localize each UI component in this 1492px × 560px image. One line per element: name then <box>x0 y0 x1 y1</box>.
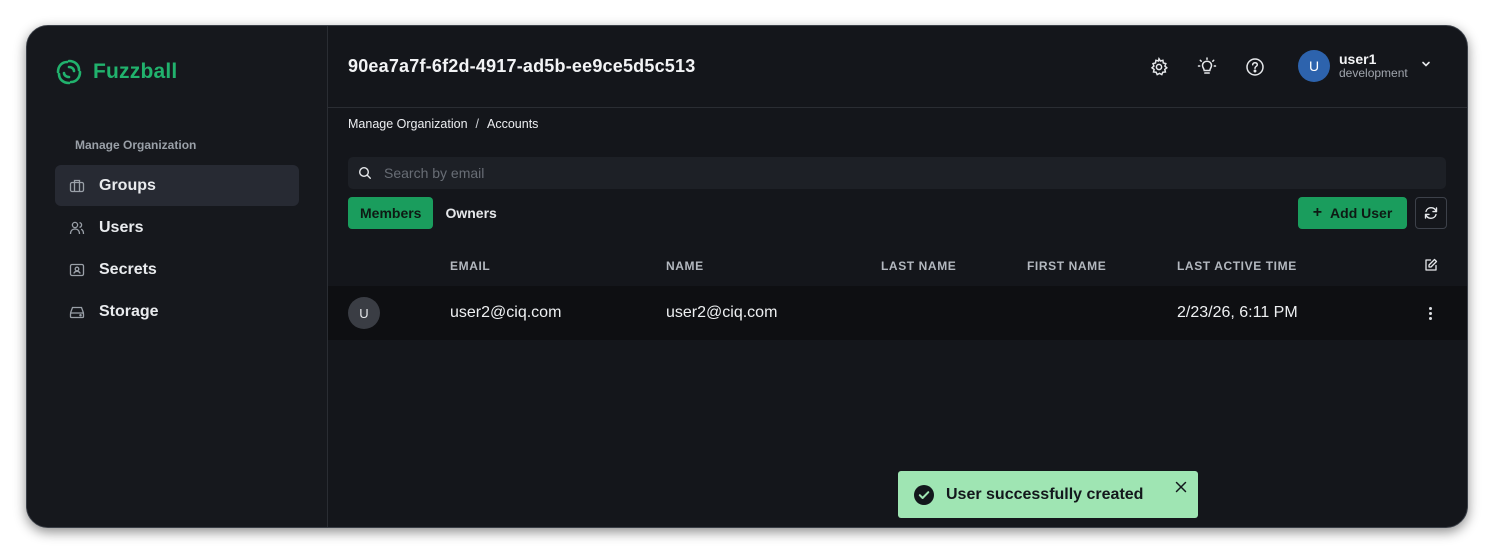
briefcase-icon <box>67 176 87 196</box>
check-circle-icon <box>914 484 934 505</box>
breadcrumb: Manage Organization / Accounts <box>348 117 538 131</box>
sidebar-item-label: Groups <box>99 176 156 194</box>
search-icon <box>358 166 372 180</box>
breadcrumb-item-accounts: Accounts <box>487 117 539 131</box>
chevron-down-icon <box>1420 57 1432 75</box>
app-name: Fuzzball <box>93 60 178 83</box>
cell-last-active-time: 2/23/26, 6:11 PM <box>1177 304 1298 321</box>
app-window: Fuzzball Manage Organization Groups User… <box>26 25 1468 528</box>
search-bar <box>348 157 1446 189</box>
sidebar-item-groups[interactable]: Groups <box>55 165 299 206</box>
sidebar-item-label: Storage <box>99 302 159 320</box>
sidebar-item-storage[interactable]: Storage <box>55 291 299 332</box>
users-icon <box>67 218 87 238</box>
plus-icon: + <box>1312 204 1323 221</box>
help-icon[interactable] <box>1244 56 1266 78</box>
page-title: 90ea7a7f-6f2d-4917-ad5b-ee9ce5d5c513 <box>348 56 696 76</box>
user-name: user1 <box>1339 51 1377 67</box>
sidebar-item-users[interactable]: Users <box>55 207 299 248</box>
refresh-button[interactable] <box>1415 197 1447 229</box>
fuzzball-logo-icon <box>56 59 82 85</box>
breadcrumb-separator: / <box>475 117 480 131</box>
cell-email: user2@ciq.com <box>450 304 562 321</box>
add-user-button[interactable]: + Add User <box>1298 197 1407 229</box>
sidebar-item-label: Secrets <box>99 260 157 278</box>
user-info: user1 development <box>1339 52 1408 80</box>
secret-icon <box>67 260 87 280</box>
cell-name: user2@ciq.com <box>666 304 778 321</box>
column-header-name[interactable]: NAME <box>666 259 704 273</box>
tab-label: Members <box>360 205 422 221</box>
refresh-icon <box>1424 207 1438 219</box>
tab-label: Owners <box>445 205 497 221</box>
lightbulb-icon[interactable] <box>1196 56 1218 78</box>
member-tabs: Members Owners <box>348 197 509 229</box>
column-header-email[interactable]: EMAIL <box>450 259 490 273</box>
sidebar-section-label: Manage Organization <box>75 138 197 152</box>
avatar: U <box>348 297 380 329</box>
close-icon[interactable] <box>1174 480 1188 494</box>
edit-columns-icon[interactable] <box>1424 258 1438 277</box>
main-content: 90ea7a7f-6f2d-4917-ad5b-ee9ce5d5c513 U u… <box>328 26 1467 527</box>
tab-members[interactable]: Members <box>348 197 434 229</box>
column-header-last-name[interactable]: LAST NAME <box>881 259 956 273</box>
breadcrumb-item-organization[interactable]: Manage Organization <box>348 117 468 131</box>
app-logo[interactable]: Fuzzball <box>55 58 177 86</box>
table-header: EMAIL NAME LAST NAME FIRST NAME LAST ACT… <box>328 246 1467 286</box>
add-user-label: Add User <box>1330 205 1393 221</box>
sidebar: Fuzzball Manage Organization Groups User… <box>27 26 328 527</box>
user-menu[interactable]: U user1 development <box>1298 50 1432 82</box>
table-row[interactable]: U user2@ciq.com user2@ciq.com 2/23/26, 6… <box>328 286 1467 340</box>
column-header-last-active-time[interactable]: LAST ACTIVE TIME <box>1177 259 1297 273</box>
sidebar-item-secrets[interactable]: Secrets <box>55 249 299 290</box>
tab-owners[interactable]: Owners <box>433 197 508 229</box>
gear-icon[interactable] <box>1148 56 1170 78</box>
top-bar: 90ea7a7f-6f2d-4917-ad5b-ee9ce5d5c513 U u… <box>328 26 1467 108</box>
sidebar-item-label: Users <box>99 218 144 236</box>
user-environment: development <box>1339 66 1408 80</box>
search-input[interactable] <box>382 164 1386 182</box>
toast-notification: User successfully created <box>898 471 1198 518</box>
storage-icon <box>67 302 87 322</box>
sidebar-nav: Groups Users Secrets Storage <box>55 165 299 333</box>
column-header-first-name[interactable]: FIRST NAME <box>1027 259 1106 273</box>
more-options-icon[interactable] <box>1424 303 1436 323</box>
toast-message: User successfully created <box>946 485 1144 503</box>
avatar: U <box>1298 50 1330 82</box>
